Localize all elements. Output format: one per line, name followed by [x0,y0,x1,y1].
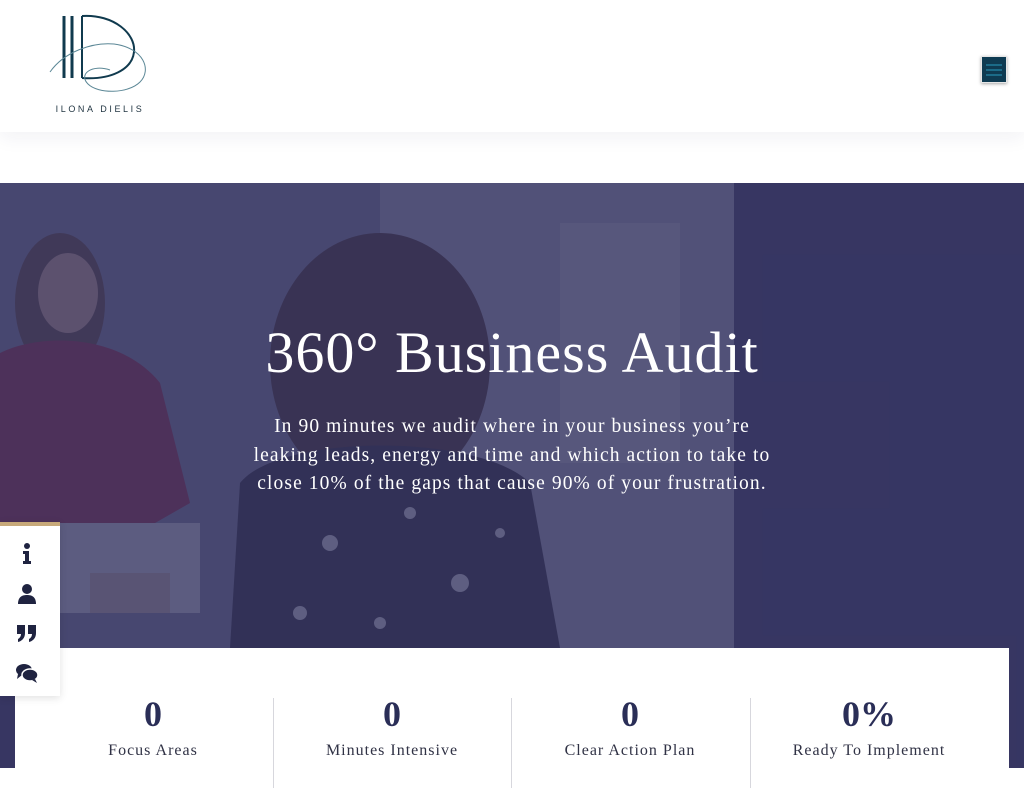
stat-number: 0 [383,694,401,734]
hero-title: 360° Business Audit [265,320,759,385]
logo[interactable]: ILONA DIELIS [44,12,156,120]
site-header: ILONA DIELIS [0,0,1024,132]
stat-label: Clear Action Plan [564,742,696,759]
stat-focus-areas: 0 Focus Areas [34,648,272,788]
comments-icon[interactable] [15,661,39,685]
stat-ready-to-implement: 0% Ready To Implement [750,648,988,788]
stat-label: Focus Areas [108,742,198,759]
quote-icon[interactable] [15,621,39,645]
hamburger-line [986,69,1002,71]
hero-subtitle: In 90 minutes we audit where in your bus… [253,416,771,495]
stat-minutes-intensive: 0 Minutes Intensive [273,648,511,788]
info-icon[interactable] [15,542,39,566]
stat-number: 0% [842,694,896,734]
menu-button[interactable] [981,56,1007,83]
stat-label: Minutes Intensive [325,742,459,759]
stat-number: 0 [621,694,639,734]
stat-number: 0 [144,694,162,734]
hamburger-icon [986,64,1002,66]
stat-label: Ready To Implement [792,742,946,759]
logo-text: ILONA DIELIS [55,104,145,114]
stats-card: 0 Focus Areas 0 Minutes Intensive 0 Clea… [15,648,1009,788]
hamburger-line [986,74,1002,76]
side-quick-nav [0,522,60,696]
stat-clear-action-plan: 0 Clear Action Plan [511,648,749,788]
person-icon[interactable] [15,582,39,606]
logo-monogram [49,14,146,92]
